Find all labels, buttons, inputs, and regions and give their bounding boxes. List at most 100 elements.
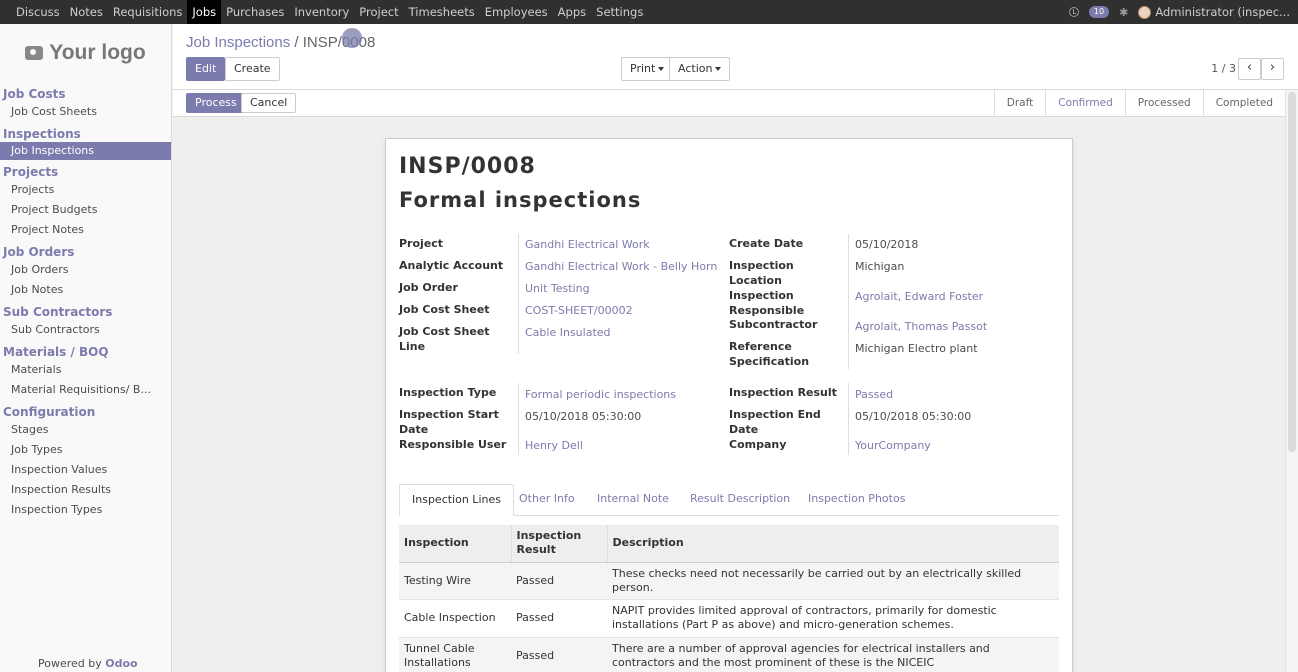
label-job-cost-sheet-line: Job Cost Sheet Line <box>399 325 490 353</box>
action-label: Action <box>678 62 713 75</box>
camera-icon <box>25 46 44 60</box>
tab-inspection-photos[interactable]: Inspection Photos <box>796 484 917 516</box>
pager-next-button[interactable]: › <box>1261 58 1284 80</box>
cell-inspection: Cable Inspection <box>399 599 511 638</box>
process-button[interactable]: Process <box>186 93 246 113</box>
label-create-date: Create Date <box>729 237 804 250</box>
inspection-end-date-field[interactable]: 05/10/2018 05:30:00 <box>855 409 971 424</box>
action-button[interactable]: Action <box>669 57 731 81</box>
field-separator <box>518 234 519 354</box>
menu-employees[interactable]: Employees <box>480 0 553 24</box>
sidebar-item-material-requisitions-b[interactable]: Material Requisitions/ B... <box>0 380 171 400</box>
column-inspection-result[interactable]: Inspection Result <box>510 525 607 563</box>
sidebar-item-materials[interactable]: Materials <box>0 360 171 380</box>
sidebar-item-job-notes[interactable]: Job Notes <box>0 280 171 300</box>
bug-icon[interactable]: ✱ <box>1119 6 1128 19</box>
field-separator <box>848 234 849 369</box>
sidebar-item-job-inspections[interactable]: Job Inspections <box>0 142 171 160</box>
reference-specification-field[interactable]: Michigan Electro plant <box>855 341 978 356</box>
sidebar-section-sub-contractors: Sub Contractors <box>3 305 113 319</box>
menu-settings[interactable]: Settings <box>591 0 648 24</box>
inspection-location-field[interactable]: Michigan <box>855 259 904 274</box>
sidebar-item-job-cost-sheets[interactable]: Job Cost Sheets <box>0 102 171 122</box>
sidebar-section-job-costs: Job Costs <box>3 87 66 101</box>
menu-apps[interactable]: Apps <box>553 0 591 24</box>
print-button[interactable]: Print <box>621 57 674 81</box>
tab-internal-note[interactable]: Internal Note <box>585 484 681 516</box>
sidebar-section-configuration: Configuration <box>3 405 96 419</box>
label-responsible-user: Responsible User <box>399 438 507 451</box>
menu-inventory[interactable]: Inventory <box>289 0 354 24</box>
form-scrollbar[interactable] <box>1285 90 1298 672</box>
sidebar-item-project-budgets[interactable]: Project Budgets <box>0 200 171 220</box>
analytic-account-field[interactable]: Gandhi Electrical Work - Belly Horn <box>525 259 717 274</box>
responsible-user-field[interactable]: Henry Dell <box>525 438 583 453</box>
table-row[interactable]: Cable Inspection Passed NAPIT provides l… <box>399 599 1059 638</box>
create-date-field[interactable]: 05/10/2018 <box>855 237 918 252</box>
menu-notes[interactable]: Notes <box>65 0 108 24</box>
sidebar-section-inspections: Inspections <box>3 127 81 141</box>
messages-badge[interactable]: 10 <box>1088 6 1110 18</box>
label-analytic-account: Analytic Account <box>399 259 504 272</box>
menu-project[interactable]: Project <box>354 0 403 24</box>
clock-icon[interactable] <box>1068 7 1079 17</box>
edit-button[interactable]: Edit <box>186 57 226 81</box>
scrollbar-thumb[interactable] <box>1288 92 1296 452</box>
chevron-right-icon: › <box>1269 60 1276 75</box>
sidebar-menu: Job Costs Job Cost Sheets Inspections Job I… <box>0 82 171 520</box>
menu-purchases[interactable]: Purchases <box>221 0 289 24</box>
job-cost-sheet-line-field[interactable]: Cable Insulated <box>525 325 611 340</box>
stage-completed[interactable]: Completed <box>1202 90 1285 117</box>
column-description[interactable]: Description <box>606 525 1059 563</box>
sidebar-item-sub-contractors[interactable]: Sub Contractors <box>0 320 171 340</box>
column-inspection[interactable]: Inspection <box>399 525 511 563</box>
company-logo[interactable]: Your logo <box>0 24 171 82</box>
logo-text: Your logo <box>49 41 146 64</box>
inspection-lines-table: Inspection Inspection Result Description… <box>399 525 1059 672</box>
odoo-link[interactable]: Odoo <box>105 657 137 670</box>
sidebar-item-project-notes[interactable]: Project Notes <box>0 220 171 240</box>
table-row[interactable]: Tunnel Cable Installations Passed There … <box>399 637 1059 672</box>
pager-value: 1 / 3 <box>1211 62 1236 75</box>
company-field[interactable]: YourCompany <box>855 438 931 453</box>
menu-requisitions[interactable]: Requisitions <box>108 0 188 24</box>
stage-confirmed[interactable]: Confirmed <box>1045 90 1125 117</box>
sidebar-item-job-types[interactable]: Job Types <box>0 440 171 460</box>
stage-draft[interactable]: Draft <box>993 90 1045 117</box>
inspection-start-date-field[interactable]: 05/10/2018 05:30:00 <box>525 409 641 424</box>
menu-discuss[interactable]: Discuss <box>11 0 65 24</box>
sidebar-item-job-orders[interactable]: Job Orders <box>0 260 171 280</box>
table-row[interactable]: Testing Wire Passed These checks need no… <box>399 562 1059 600</box>
cancel-button[interactable]: Cancel <box>241 93 297 113</box>
pager-previous-button[interactable]: ‹ <box>1238 58 1261 80</box>
tab-result-description[interactable]: Result Description <box>678 484 802 516</box>
menu-jobs[interactable]: Jobs <box>187 0 222 24</box>
inspection-type-field[interactable]: Formal periodic inspections <box>525 387 676 402</box>
job-order-field[interactable]: Unit Testing <box>525 281 590 296</box>
stage-processed[interactable]: Processed <box>1124 90 1203 117</box>
user-menu[interactable]: Administrator (inspec... <box>1138 5 1290 19</box>
inspection-result-field[interactable]: Passed <box>855 387 893 402</box>
sidebar-item-inspection-values[interactable]: Inspection Values <box>0 460 171 480</box>
create-button[interactable]: Create <box>225 57 280 81</box>
top-menu: Discuss Notes Requisitions Jobs Purchase… <box>0 0 648 24</box>
tab-inspection-lines[interactable]: Inspection Lines <box>399 484 514 516</box>
label-project: Project <box>399 237 444 250</box>
cell-description: There are a number of approval agencies … <box>607 637 1059 672</box>
sidebar-item-inspection-types[interactable]: Inspection Types <box>0 500 171 520</box>
sidebar-item-stages[interactable]: Stages <box>0 420 171 440</box>
cell-description: These checks need not necessarily be car… <box>607 562 1059 600</box>
sidebar-item-projects[interactable]: Projects <box>0 180 171 200</box>
tab-other-info[interactable]: Other Info <box>507 484 587 516</box>
subcontractor-field[interactable]: Agrolait, Thomas Passot <box>855 319 987 334</box>
sidebar-item-inspection-results[interactable]: Inspection Results <box>0 480 171 500</box>
user-name: Administrator (inspec... <box>1155 5 1290 19</box>
inspection-responsible-field[interactable]: Agrolait, Edward Foster <box>855 289 983 304</box>
label-inspection-end-date: Inspection End Date <box>729 408 821 436</box>
table-header-row: Inspection Inspection Result Description <box>399 525 1059 563</box>
job-cost-sheet-field[interactable]: COST-SHEET/00002 <box>525 303 633 318</box>
menu-timesheets[interactable]: Timesheets <box>404 0 480 24</box>
breadcrumb-current: INSP/0008 <box>302 34 376 51</box>
project-field[interactable]: Gandhi Electrical Work <box>525 237 650 252</box>
breadcrumb-parent[interactable]: Job Inspections <box>186 34 290 51</box>
